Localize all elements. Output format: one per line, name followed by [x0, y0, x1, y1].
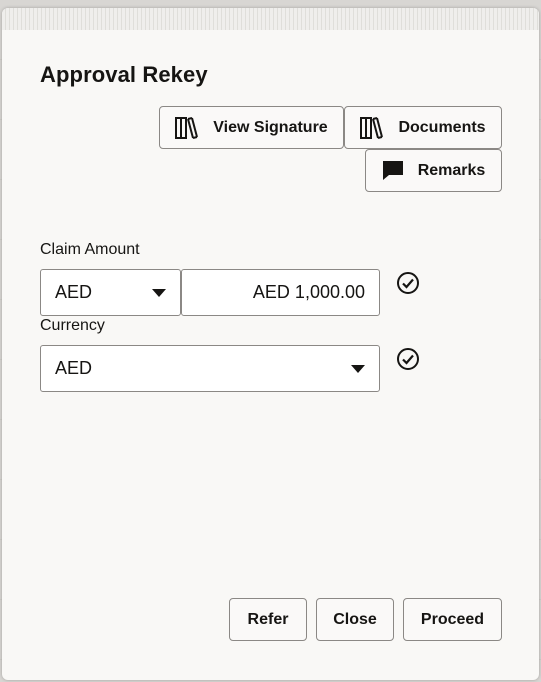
- documents-button[interactable]: Documents: [344, 106, 502, 149]
- claim-currency-select[interactable]: AED: [40, 269, 181, 316]
- library-books-icon: [360, 116, 384, 139]
- close-button[interactable]: Close: [316, 598, 394, 641]
- library-books-icon: [175, 116, 199, 139]
- close-label: Close: [333, 610, 377, 628]
- currency-label: Currency: [40, 317, 105, 334]
- refer-button[interactable]: Refer: [229, 598, 307, 641]
- approval-rekey-dialog: Approval Rekey View Signature Documents …: [2, 8, 539, 680]
- claim-currency-value: AED: [55, 282, 93, 302]
- claim-amount-input[interactable]: AED 1,000.00: [181, 269, 380, 316]
- currency-value: AED: [55, 358, 93, 378]
- view-signature-button[interactable]: View Signature: [159, 106, 344, 149]
- dialog-title: Approval Rekey: [40, 62, 208, 87]
- proceed-label: Proceed: [420, 610, 485, 628]
- claim-amount-value: AED 1,000.00: [252, 282, 365, 302]
- documents-label: Documents: [398, 118, 486, 136]
- check-circle-icon: [397, 272, 419, 294]
- speech-bubble-icon: [382, 160, 404, 181]
- view-signature-label: View Signature: [213, 118, 328, 136]
- proceed-button[interactable]: Proceed: [403, 598, 502, 641]
- claim-amount-label: Claim Amount: [40, 241, 140, 258]
- dialog-drag-header[interactable]: [2, 8, 539, 30]
- refer-label: Refer: [247, 610, 289, 628]
- remarks-button[interactable]: Remarks: [365, 149, 502, 192]
- check-circle-icon: [397, 348, 419, 370]
- caret-down-icon: [351, 364, 365, 373]
- caret-down-icon: [152, 288, 166, 297]
- remarks-label: Remarks: [417, 161, 486, 179]
- currency-select[interactable]: AED: [40, 345, 380, 392]
